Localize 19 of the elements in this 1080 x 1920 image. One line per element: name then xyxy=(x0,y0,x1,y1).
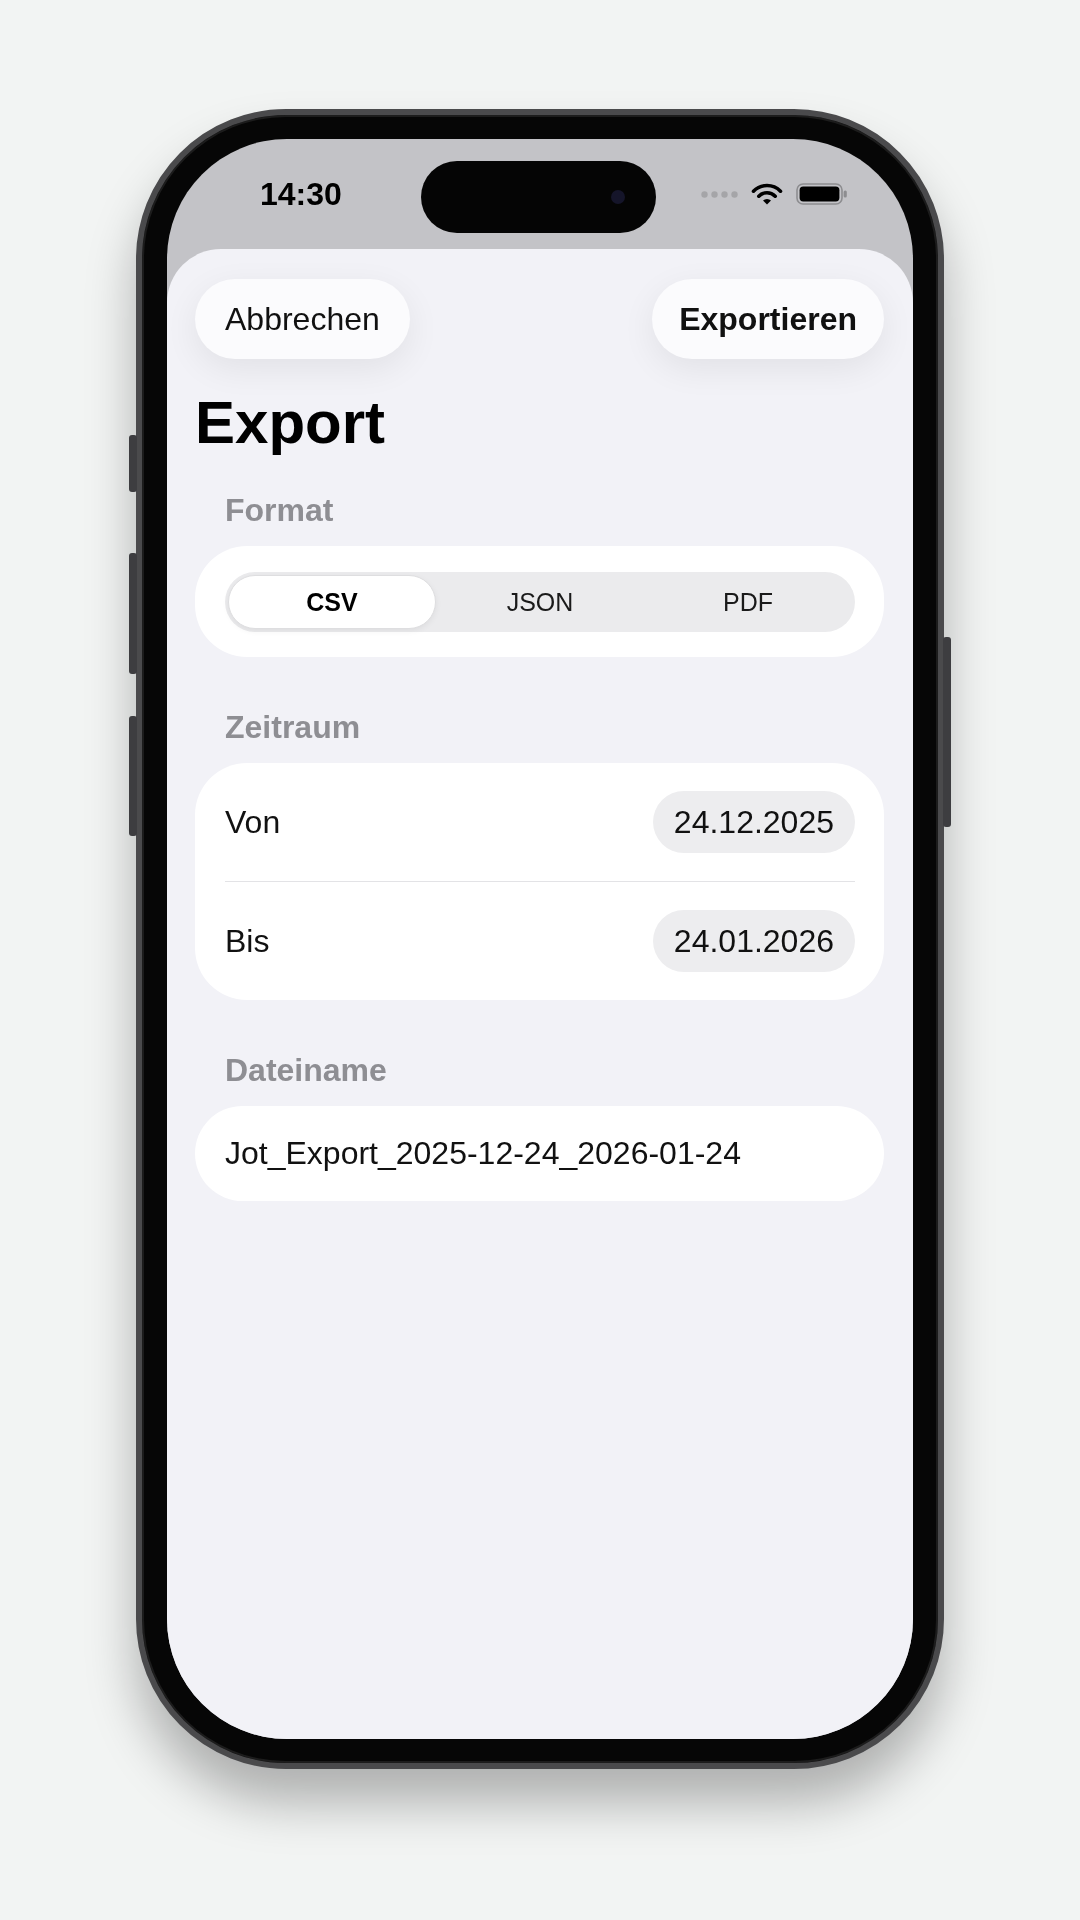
row-label: Bis xyxy=(225,922,270,960)
cancel-button[interactable]: Abbrechen xyxy=(195,279,410,359)
section-header: Dateiname xyxy=(224,1051,388,1089)
date-button[interactable]: 24.12.2025 xyxy=(652,791,855,853)
section-header: Format xyxy=(224,491,335,529)
wifi-icon xyxy=(751,183,783,205)
format-option[interactable]: CSV xyxy=(228,575,436,629)
export-button[interactable]: Exportieren xyxy=(652,279,884,359)
battery-icon xyxy=(796,183,848,205)
sheet-title: Export xyxy=(195,388,387,458)
format-option[interactable]: JSON xyxy=(436,575,644,629)
side-key-drawing xyxy=(129,435,137,492)
signal-icon xyxy=(701,190,738,198)
section-header: Zeitraum xyxy=(224,708,362,746)
filename-field[interactable]: Jot_Export_2025-12-24_2026-01-24 xyxy=(195,1106,884,1201)
format-option[interactable]: PDF xyxy=(644,575,852,629)
status-time: 14:30 xyxy=(260,175,342,213)
date-button[interactable]: 24.01.2026 xyxy=(652,910,855,972)
row-label: Von xyxy=(225,803,281,841)
